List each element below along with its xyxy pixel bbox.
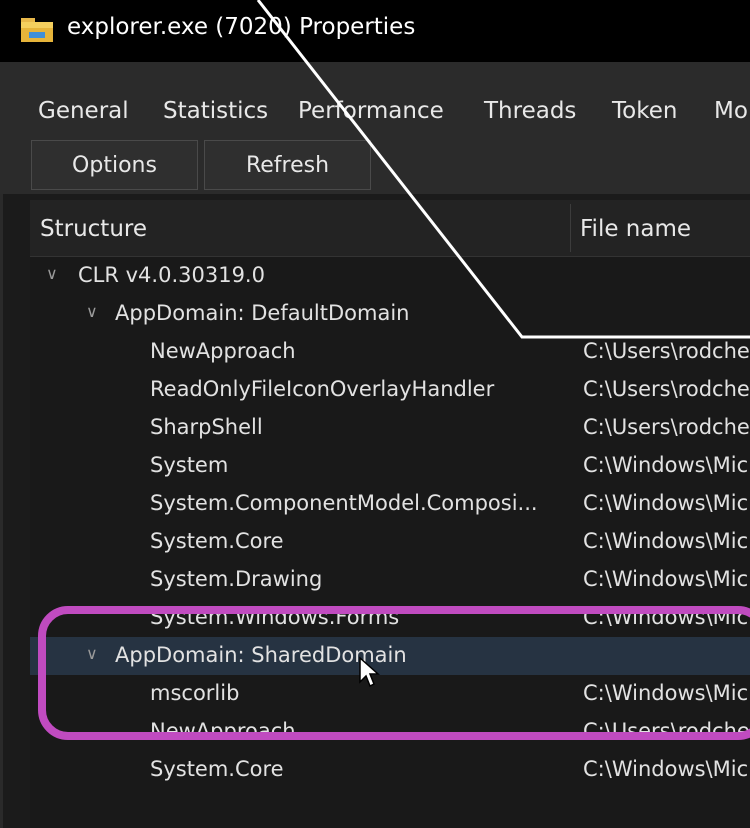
column-header: Structure File name — [30, 200, 750, 257]
tree-node-shared-domain[interactable]: ∨ AppDomain: SharedDomain — [30, 637, 750, 675]
assembly-file: C:\Windows\Mic — [583, 681, 749, 705]
tree-row[interactable]: SharpShell C:\Users\rodche — [30, 409, 750, 447]
tree-row[interactable]: System.Drawing C:\Windows\Mic — [30, 561, 750, 599]
assembly-name: NewApproach — [150, 339, 296, 363]
tab-bar: General Statistics Performance Threads T… — [0, 62, 750, 138]
window-title: explorer.exe (7020) Properties — [67, 14, 416, 40]
tree-row[interactable]: System C:\Windows\Mic — [30, 447, 750, 485]
tab-modules[interactable]: Mo — [714, 98, 748, 124]
title-bar: explorer.exe (7020) Properties — [0, 0, 750, 62]
chevron-down-icon[interactable]: ∨ — [86, 644, 98, 663]
column-structure[interactable]: Structure — [40, 216, 147, 242]
assembly-file: C:\Windows\Mic — [583, 491, 749, 515]
assembly-name: SharpShell — [150, 415, 263, 439]
assembly-name: System.Drawing — [150, 567, 323, 591]
tree-row[interactable]: NewApproach C:\Users\rodche — [30, 333, 750, 371]
tree-row[interactable]: System.ComponentModel.Composi... C:\Wind… — [30, 485, 750, 523]
tree-row[interactable]: System.Windows.Forms C:\Windows\Mic — [30, 605, 750, 637]
tree-row[interactable]: ReadOnlyFileIconOverlayHandler C:\Users\… — [30, 371, 750, 409]
assembly-file: C:\Windows\Mic — [583, 605, 749, 629]
node-label: AppDomain: DefaultDomain — [115, 301, 410, 325]
chevron-down-icon[interactable]: ∨ — [46, 264, 58, 283]
assembly-file: C:\Windows\Mic — [583, 529, 749, 553]
column-divider[interactable] — [570, 204, 571, 252]
assembly-name: System.Core — [150, 529, 284, 553]
assembly-file: C:\Windows\Mic — [583, 453, 749, 477]
assembly-name: ReadOnlyFileIconOverlayHandler — [150, 377, 495, 401]
folder-icon — [21, 18, 53, 42]
assembly-name: System.Windows.Forms — [150, 605, 400, 629]
assembly-name: System — [150, 453, 229, 477]
tree-node-default-domain[interactable]: ∨ AppDomain: DefaultDomain — [30, 295, 750, 333]
assembly-name: System.ComponentModel.Composi... — [150, 491, 538, 515]
assembly-file: C:\Windows\Mic — [583, 757, 749, 781]
tab-threads[interactable]: Threads — [484, 98, 576, 124]
assembly-file: C:\Users\rodche — [583, 415, 750, 439]
tab-performance[interactable]: Performance — [298, 98, 444, 124]
assembly-tree[interactable]: Structure File name ∨ CLR v4.0.30319.0 ∨… — [30, 200, 750, 828]
tab-statistics[interactable]: Statistics — [163, 98, 268, 124]
assembly-name: NewApproach — [150, 719, 296, 743]
tab-token[interactable]: Token — [612, 98, 677, 124]
tree-row[interactable]: System.Core C:\Windows\Mic — [30, 751, 750, 789]
refresh-button[interactable]: Refresh — [204, 140, 371, 190]
tree-node-clr[interactable]: ∨ CLR v4.0.30319.0 — [30, 257, 750, 295]
assembly-file: C:\Users\rodche — [583, 339, 750, 363]
tree-row[interactable]: mscorlib C:\Windows\Mic — [30, 675, 750, 713]
assembly-file: C:\Users\rodche — [583, 377, 750, 401]
column-file-name[interactable]: File name — [580, 216, 691, 242]
toolbar: Options Refresh — [0, 138, 750, 194]
tree-row[interactable]: NewApproach C:\Users\rodche — [30, 713, 750, 743]
mouse-cursor-icon — [359, 656, 380, 688]
assembly-file: C:\Users\rodche — [583, 719, 750, 743]
tab-general[interactable]: General — [38, 98, 129, 124]
tree-row[interactable]: System.Core C:\Windows\Mic — [30, 523, 750, 561]
assembly-file: C:\Windows\Mic — [583, 567, 749, 591]
assembly-name: System.Core — [150, 757, 284, 781]
assembly-name: mscorlib — [150, 681, 240, 705]
options-button[interactable]: Options — [31, 140, 198, 190]
node-label: CLR v4.0.30319.0 — [78, 263, 265, 287]
chevron-down-icon[interactable]: ∨ — [86, 302, 98, 321]
